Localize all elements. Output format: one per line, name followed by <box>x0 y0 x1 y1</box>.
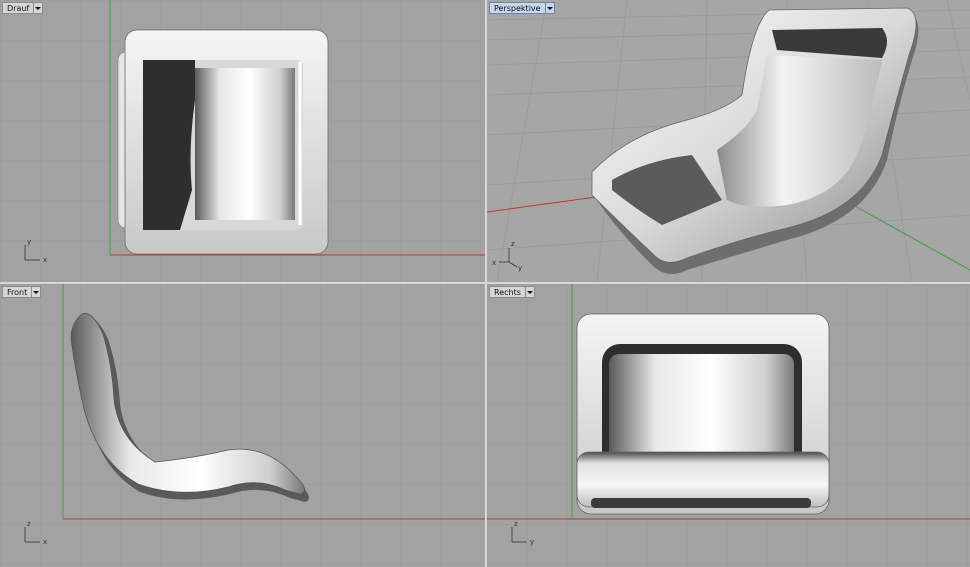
viewport-title-top[interactable]: Drauf <box>2 2 44 14</box>
viewport-title-front[interactable]: Front <box>2 286 42 298</box>
axis-y-label: y <box>518 264 522 272</box>
axis-y-label: y <box>530 538 534 546</box>
axis-z-label: z <box>511 240 515 248</box>
viewport-perspective[interactable]: z x y Perspektive <box>487 0 970 282</box>
perspective-view-scene: z x y <box>487 0 970 282</box>
viewport-menu-dropdown-icon[interactable] <box>524 286 535 298</box>
viewport-menu-dropdown-icon[interactable] <box>33 2 44 14</box>
axis-y-label: y <box>27 238 31 246</box>
viewport-name: Perspektive <box>489 2 545 14</box>
axis-z-label: z <box>27 520 31 528</box>
viewport-menu-dropdown-icon[interactable] <box>544 2 555 14</box>
right-view-scene: z y <box>487 284 970 567</box>
viewport-title-right[interactable]: Rechts <box>489 286 535 298</box>
viewport-name: Front <box>2 286 32 298</box>
top-view-scene: y x <box>0 0 485 282</box>
front-view-scene: z x <box>0 284 485 567</box>
viewport-top[interactable]: y x Drauf <box>0 0 485 282</box>
axis-x-label: x <box>43 256 47 264</box>
viewport-front[interactable]: z x Front <box>0 284 485 567</box>
viewport-name: Rechts <box>489 286 525 298</box>
viewport-divider-horizontal[interactable] <box>0 282 970 284</box>
viewport-name: Drauf <box>2 2 34 14</box>
viewport-menu-dropdown-icon[interactable] <box>31 286 42 298</box>
axis-x-label: x <box>492 259 496 267</box>
axis-z-label: z <box>514 520 518 528</box>
chair-top-model <box>117 29 329 255</box>
viewport-right[interactable]: z y Rechts <box>487 284 970 567</box>
chair-right-model <box>576 313 830 515</box>
viewport-title-perspective[interactable]: Perspektive <box>489 2 555 14</box>
axis-x-label: x <box>43 538 47 546</box>
